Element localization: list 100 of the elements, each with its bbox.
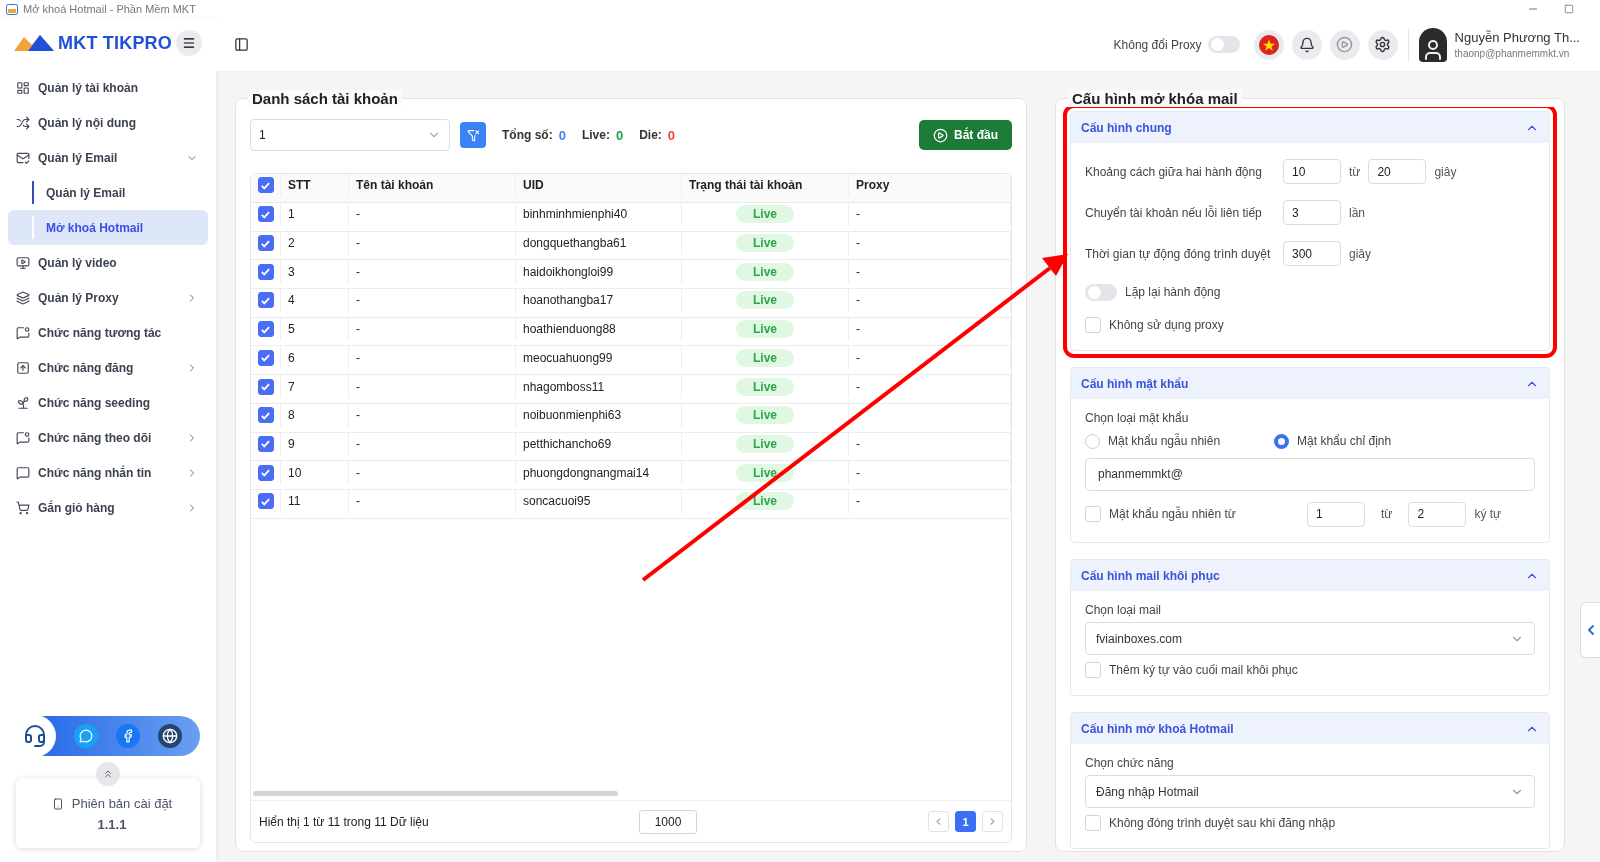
select-field[interactable]: 1	[250, 119, 450, 151]
table-cell: 5	[281, 317, 349, 341]
checkbox[interactable]	[257, 407, 274, 424]
table-cell: soncacuoi95	[516, 489, 682, 513]
table-cell: 9	[281, 432, 349, 456]
status-badge: Live	[736, 434, 794, 453]
sidebar-item[interactable]: Quản lý nội dung	[8, 105, 208, 140]
unit-text: ký tự	[1474, 507, 1502, 521]
sidebar-item[interactable]: Chức năng đăng	[8, 350, 208, 385]
table-cell: -	[349, 203, 516, 226]
checkbox[interactable]	[257, 349, 274, 366]
checkbox[interactable]	[257, 493, 274, 510]
password-field[interactable]: phanmemmkt@	[1085, 457, 1535, 491]
sidebar-item[interactable]: Quản lý tài khoản	[8, 70, 208, 105]
website-button[interactable]	[158, 724, 182, 748]
filter-clear-button[interactable]	[460, 122, 486, 148]
page-button[interactable]: 1	[955, 811, 976, 832]
column-header[interactable]: UID	[516, 174, 682, 196]
page-size-field[interactable]: 1000	[639, 809, 697, 834]
table-cell: -	[849, 346, 1011, 370]
checkmark-icon	[260, 295, 271, 306]
section-header[interactable]: Cấu hình chung	[1071, 112, 1549, 143]
sidebar-item[interactable]: Quản lý Email	[8, 140, 208, 175]
column-header[interactable]: Proxy	[849, 174, 1011, 196]
field-label: Chuyển tài khoản nếu lỗi liên tiếp	[1085, 205, 1263, 220]
checkbox[interactable]	[257, 206, 274, 223]
number-field[interactable]: 20	[1368, 159, 1427, 184]
checkbox[interactable]	[257, 177, 274, 193]
field-label: Chọn chức năng	[1085, 756, 1175, 770]
table-cell: hoanothangba17	[516, 289, 682, 312]
table-cell: hoathienduong88	[516, 317, 682, 341]
scrollbar[interactable]	[253, 791, 618, 796]
number-field[interactable]: 3	[1283, 200, 1341, 225]
maximize-icon[interactable]	[1564, 4, 1574, 14]
table-cell: -	[349, 231, 516, 255]
play-button[interactable]	[1329, 29, 1360, 60]
start-button[interactable]: Bắt đầu	[919, 120, 1012, 150]
panel-toggle-icon[interactable]	[234, 37, 249, 52]
number-field[interactable]: 1	[1307, 501, 1365, 527]
stat-value: 0	[615, 127, 624, 143]
table-cell: -	[349, 375, 516, 398]
globe-icon	[162, 728, 178, 744]
checkbox[interactable]	[257, 235, 274, 252]
collapse-tab[interactable]	[1580, 602, 1600, 658]
section-header[interactable]: Cấu hình mở khoá Hotmail	[1071, 713, 1549, 744]
number-field[interactable]: 300	[1283, 241, 1341, 266]
sidebar-item[interactable]: Chức năng nhắn tin	[8, 455, 208, 490]
notification-button[interactable]	[1291, 29, 1322, 60]
sidebar-subitem[interactable]: Mở khoá Hotmail	[8, 210, 208, 245]
language-button[interactable]	[1253, 29, 1284, 60]
layers-icon	[16, 290, 30, 305]
table-cell: 8	[281, 403, 349, 427]
toggle-switch[interactable]	[1085, 283, 1117, 301]
select-field[interactable]: Đăng nhập Hotmail	[1085, 775, 1535, 808]
checkmark-icon	[260, 352, 271, 364]
radio-label: Mật khẩu ngẫu nhiên	[1108, 434, 1221, 448]
table-cell: 4	[281, 289, 349, 312]
checkbox[interactable]	[257, 263, 274, 280]
column-header[interactable]: STT	[281, 174, 349, 196]
sidebar-item[interactable]: Quản lý Proxy	[8, 280, 208, 315]
checkbox[interactable]	[257, 292, 274, 309]
table-cell: -	[849, 260, 1011, 284]
column-header[interactable]: Tên tài khoản	[349, 174, 516, 196]
table-cell: -	[849, 461, 1011, 485]
sidebar-item[interactable]: Chức năng theo dõi	[8, 420, 208, 455]
settings-icon	[1374, 36, 1392, 53]
status-badge: Live	[736, 205, 794, 224]
radio-button[interactable]	[1085, 433, 1100, 449]
facebook-button[interactable]	[116, 724, 140, 748]
settings-button[interactable]	[1367, 29, 1398, 60]
checkbox[interactable]	[257, 321, 274, 338]
table-cell: noibuonmienphi63	[516, 403, 682, 427]
select-field[interactable]: fviainboxes.com	[1085, 622, 1535, 655]
sidebar-subitem[interactable]: Quản lý Email	[8, 175, 208, 210]
menu-button[interactable]	[176, 30, 202, 56]
chat-icon	[16, 325, 30, 340]
number-field[interactable]: 2	[1408, 501, 1467, 527]
sidebar-item[interactable]: Chức năng seeding	[8, 385, 208, 420]
radio-button[interactable]	[1274, 433, 1290, 449]
sidebar-item[interactable]: Gắn giỏ hàng	[8, 490, 208, 525]
sidebar-item[interactable]: Chức năng tương tác	[8, 315, 208, 350]
table-cell: -	[349, 260, 516, 284]
checkbox-label: Không đóng trình duyệt sau khi đăng nhập	[1109, 816, 1336, 830]
section-header[interactable]: Cấu hình mail khôi phục	[1071, 560, 1549, 591]
number-field[interactable]: 10	[1283, 159, 1341, 184]
checkbox[interactable]	[257, 378, 274, 395]
section-header[interactable]: Cấu hình mật khẩu	[1071, 368, 1549, 399]
status-badge: Live	[736, 291, 794, 310]
proxy-toggle-label: Không đổi Proxy	[1113, 37, 1202, 52]
checkbox[interactable]	[257, 464, 274, 481]
status-badge: Live	[736, 262, 794, 281]
expand-up-button[interactable]	[96, 762, 120, 786]
chat-button[interactable]	[74, 724, 98, 748]
table-cell: -	[849, 203, 1011, 226]
version-label: Phiên bản cài đặt	[71, 796, 173, 811]
checkbox[interactable]	[257, 435, 274, 452]
sidebar-item[interactable]: Quản lý video	[8, 245, 208, 280]
toggle-switch[interactable]	[1207, 36, 1240, 53]
column-header[interactable]: Trạng thái tài khoản	[682, 174, 849, 196]
table-cell: binhminhmienphi40	[516, 203, 682, 226]
